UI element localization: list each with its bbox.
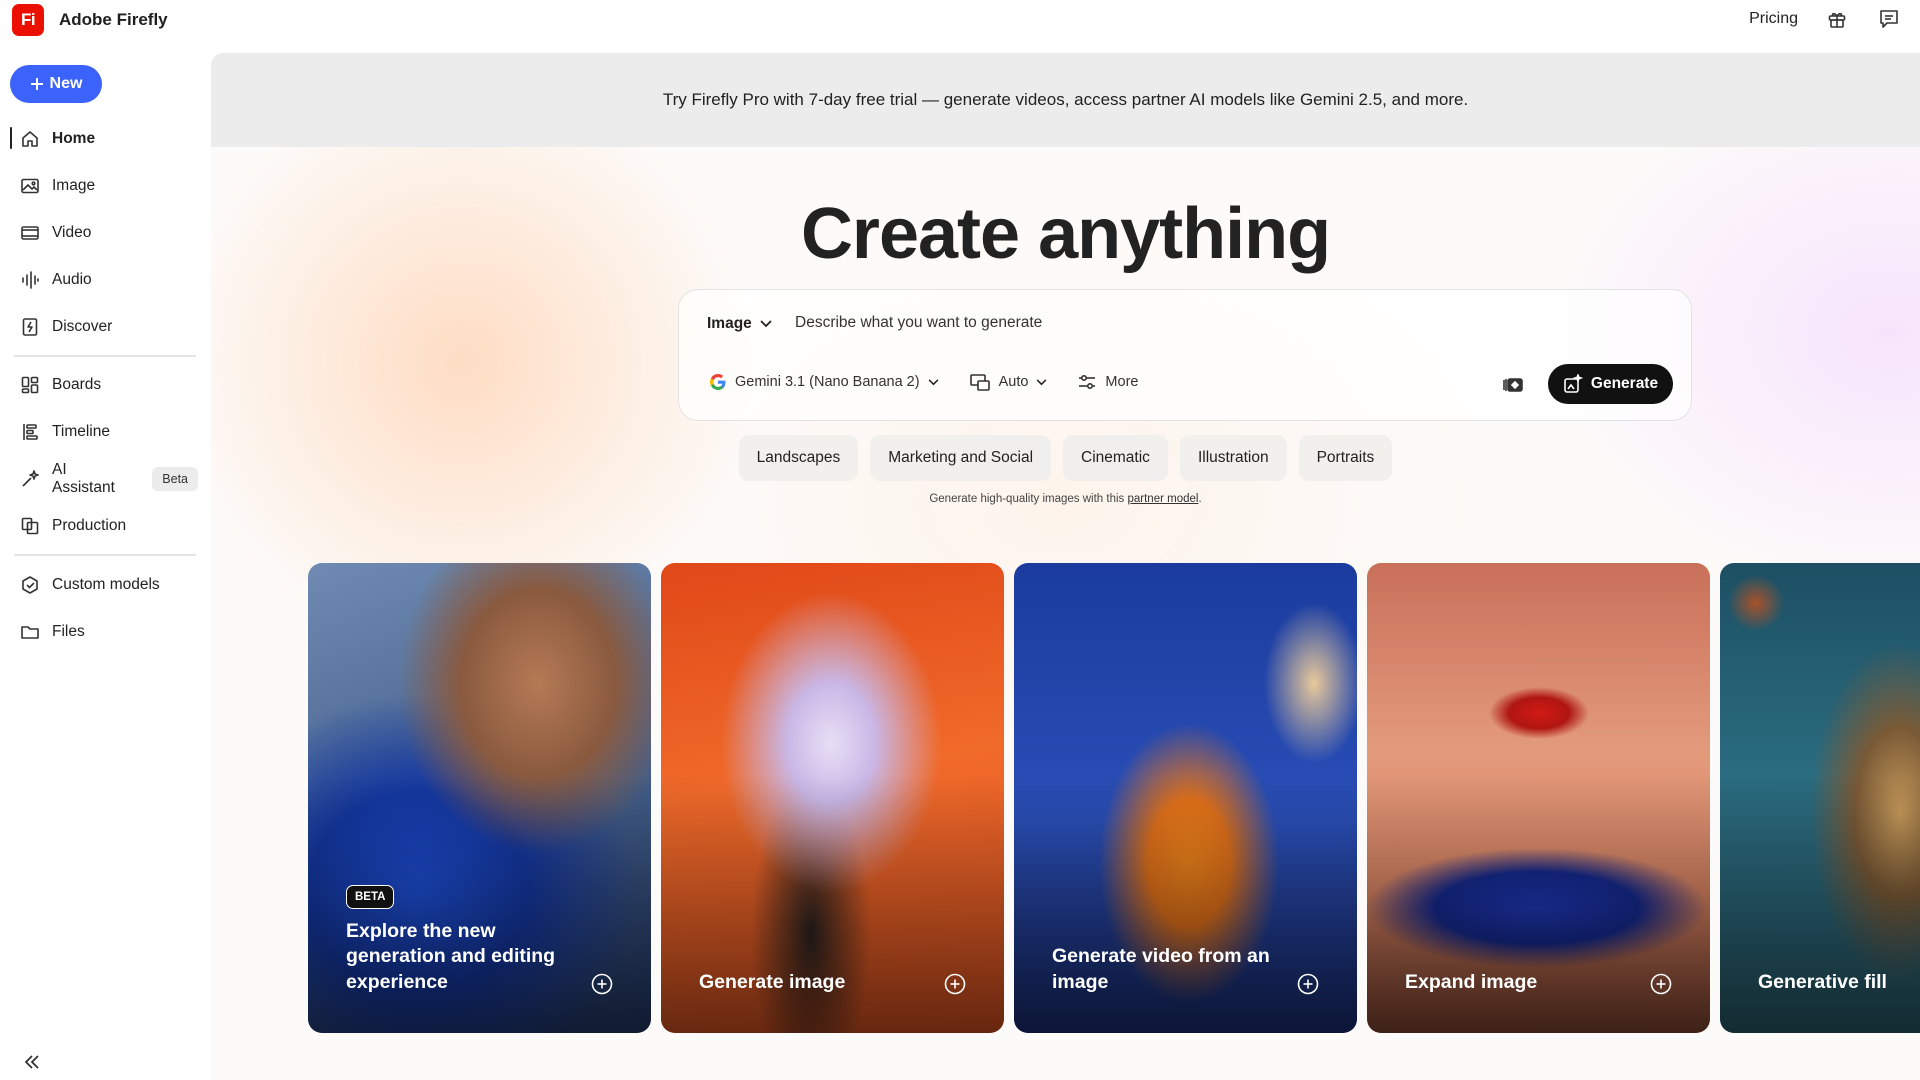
sidebar-item-files[interactable]: Files: [12, 614, 198, 650]
sidebar-item-home[interactable]: Home: [12, 121, 198, 157]
add-circle-icon: [944, 973, 966, 995]
top-bar: Fi Adobe Firefly Pricing: [0, 0, 1920, 40]
more-options-button[interactable]: More: [1077, 373, 1138, 391]
sidebar-item-label: Audio: [52, 271, 92, 288]
sidebar-divider: [14, 554, 196, 556]
home-icon: [22, 131, 38, 147]
chevron-down-icon: [1036, 378, 1047, 385]
sidebar-item-ai-assistant[interactable]: AI Assistant Beta: [12, 461, 198, 497]
sidebar-item-label: Home: [52, 130, 96, 147]
sidebar-item-label: Video: [52, 224, 92, 241]
discover-icon: [22, 318, 38, 336]
prompt-box: Image Gemini 3.1 (Nano Banana 2) Auto: [678, 289, 1692, 421]
note-suffix: .: [1198, 493, 1202, 505]
sidebar-item-label: Production: [52, 517, 127, 534]
gift-icon[interactable]: [1824, 6, 1850, 32]
generate-button[interactable]: Generate: [1548, 364, 1673, 404]
production-icon: [21, 517, 39, 535]
partner-model-link[interactable]: partner model: [1127, 493, 1198, 505]
generation-type-label: Image: [707, 315, 752, 332]
app-title[interactable]: Adobe Firefly: [59, 10, 168, 30]
chip-cinematic[interactable]: Cinematic: [1063, 435, 1168, 481]
chip-marketing-and-social[interactable]: Marketing and Social: [870, 435, 1052, 481]
model-select[interactable]: Gemini 3.1 (Nano Banana 2): [709, 373, 939, 391]
sidebar-divider: [14, 355, 196, 357]
feature-card-generative-fill[interactable]: Generative fill: [1720, 563, 1920, 1033]
new-button-label: New: [49, 75, 83, 92]
aspect-ratio-select[interactable]: Auto: [969, 372, 1048, 392]
generate-button-label: Generate: [1590, 375, 1659, 392]
sidebar-item-label: Discover: [52, 318, 113, 335]
sliders-icon: [1079, 374, 1096, 390]
feature-card-video-from-image[interactable]: Generate video from an image: [1014, 563, 1357, 1033]
collapse-sidebar-icon[interactable]: [20, 1050, 44, 1074]
chip-portraits[interactable]: Portraits: [1298, 435, 1393, 481]
boards-icon: [21, 376, 39, 394]
firefly-logo[interactable]: Fi: [12, 4, 44, 36]
feedback-icon[interactable]: [1876, 6, 1902, 32]
sidebar-item-label: Custom models: [52, 576, 160, 593]
sidebar-item-discover[interactable]: Discover: [12, 309, 198, 345]
google-icon: [710, 374, 726, 390]
ai-assistant-icon: [22, 470, 39, 487]
header-actions: Pricing: [1749, 6, 1902, 32]
aspect-ratio-label: Auto: [998, 374, 1029, 390]
new-button[interactable]: New: [10, 65, 102, 103]
model-label: Gemini 3.1 (Nano Banana 2): [735, 374, 920, 390]
add-circle-icon: [1650, 973, 1672, 995]
sidebar-item-video[interactable]: Video: [12, 215, 198, 251]
sidebar-item-label: Timeline: [52, 423, 110, 440]
custom-models-icon: [22, 576, 38, 594]
credits-icon[interactable]: [1502, 376, 1524, 394]
folder-icon: [21, 626, 39, 639]
sidebar-item-image[interactable]: Image: [12, 168, 198, 204]
audio-icon: [22, 271, 39, 289]
feature-card-generate-image[interactable]: Generate image: [661, 563, 1004, 1033]
sidebar-item-audio[interactable]: Audio: [12, 262, 198, 298]
sidebar-item-timeline[interactable]: Timeline: [12, 414, 198, 450]
feature-cards: BETA Explore the new generation and edit…: [308, 563, 1920, 1033]
sidebar-item-production[interactable]: Production: [12, 508, 198, 544]
aspect-ratio-icon: [969, 374, 990, 391]
sidebar-item-label: Files: [52, 623, 85, 640]
pricing-link[interactable]: Pricing: [1749, 10, 1798, 28]
chevron-down-icon: [928, 378, 939, 385]
prompt-options: Gemini 3.1 (Nano Banana 2) Auto More: [709, 372, 1138, 392]
sidebar-item-custom-models[interactable]: Custom models: [12, 567, 198, 603]
sidebar-item-label: Image: [52, 177, 96, 194]
card-title: Explore the new generation and editing e…: [346, 919, 556, 993]
add-circle-icon: [1297, 973, 1319, 995]
chip-illustration[interactable]: Illustration: [1179, 435, 1287, 481]
beta-badge: BETA: [346, 885, 395, 909]
card-title: Generate image: [699, 970, 846, 993]
promo-text: Try Firefly Pro with 7-day free trial — …: [662, 90, 1469, 109]
add-circle-icon: [591, 973, 613, 995]
beta-badge: Beta: [152, 467, 198, 491]
promo-banner[interactable]: Try Firefly Pro with 7-day free trial — …: [211, 53, 1920, 147]
sidebar-item-boards[interactable]: Boards: [12, 367, 198, 403]
main-content: Try Firefly Pro with 7-day free trial — …: [211, 53, 1920, 1080]
prompt-input[interactable]: [795, 308, 1495, 338]
video-icon: [21, 226, 39, 240]
card-title: Expand image: [1405, 970, 1538, 993]
chevron-down-icon: [760, 320, 772, 328]
generate-icon: [1564, 374, 1583, 393]
feature-card-expand-image[interactable]: Expand image: [1367, 563, 1710, 1033]
style-chips: Landscapes Marketing and Social Cinemati…: [211, 435, 1920, 481]
plus-icon: [30, 78, 43, 90]
partner-model-note: Generate high-quality images with this p…: [211, 493, 1920, 505]
chip-landscapes[interactable]: Landscapes: [738, 435, 859, 481]
sidebar-item-label: Boards: [52, 376, 102, 393]
card-title: Generate video from an image: [1052, 945, 1270, 993]
note-text: Generate high-quality images with this: [929, 493, 1128, 505]
timeline-icon: [23, 424, 38, 440]
sidebar-item-label: AI Assistant: [52, 461, 115, 496]
generation-type-select[interactable]: Image: [707, 315, 772, 333]
more-options-label: More: [1105, 374, 1139, 390]
card-title: Generative fill: [1758, 970, 1887, 993]
image-icon: [21, 178, 39, 194]
sidebar: New Home Image Video Audio Discover Boar…: [0, 40, 210, 1080]
feature-card-explore[interactable]: BETA Explore the new generation and edit…: [308, 563, 651, 1033]
page-title: Create anything: [800, 194, 1331, 274]
